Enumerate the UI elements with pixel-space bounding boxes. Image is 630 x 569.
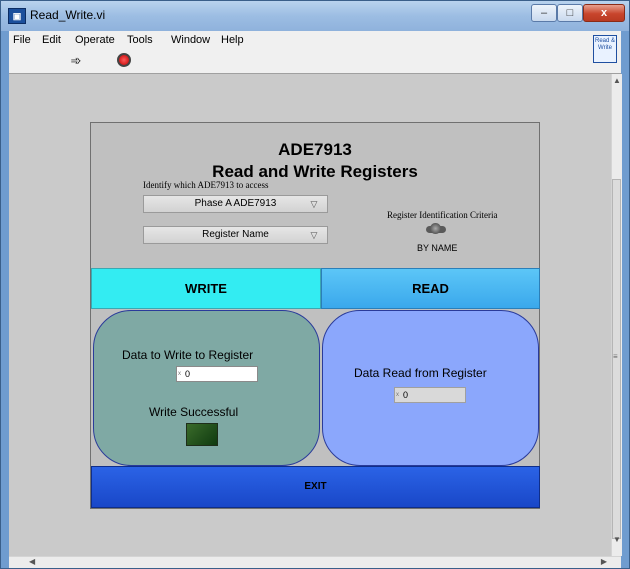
chevron-down-icon[interactable]: ▽ (307, 227, 321, 243)
minimize-button[interactable]: – (531, 4, 557, 22)
menu-window[interactable]: Window (171, 34, 210, 46)
write-data-label: Data to Write to Register (122, 348, 254, 362)
write-data-input[interactable]: x 0 (176, 366, 258, 382)
read-data-label: Data Read from Register (354, 366, 487, 380)
close-button[interactable]: x (583, 4, 625, 22)
read-write-panel: ADE7913 Read and Write Registers Identif… (90, 122, 540, 509)
read-data-indicator: x 0 (394, 387, 466, 403)
vertical-scrollbar[interactable]: ▲ ≡ ▼ (611, 74, 622, 556)
menu-operate[interactable]: Operate (75, 34, 115, 46)
horizontal-scrollbar[interactable]: ◀ ▶ (9, 556, 621, 568)
write-section: Data to Write to Register x 0 Write Succ… (93, 310, 320, 466)
phase-select-value: Phase A ADE7913 (194, 198, 277, 209)
read-button[interactable]: READ (321, 268, 540, 309)
exit-button[interactable]: EXIT (91, 466, 540, 508)
scroll-grip-icon: ≡ (613, 352, 618, 361)
register-select[interactable]: Register Name ▽ (143, 226, 328, 244)
criteria-toggle[interactable] (426, 223, 446, 235)
run-arrow-icon[interactable]: ➾ (66, 52, 86, 70)
application-window: ▣ Read_Write.vi – □ x File Edit Operate … (0, 0, 630, 569)
write-data-value: 0 (185, 369, 191, 379)
write-button[interactable]: WRITE (91, 268, 321, 309)
panel-title: Read and Write Registers (212, 162, 418, 181)
radix-indicator[interactable]: x (396, 388, 399, 402)
scroll-left-icon[interactable]: ◀ (29, 557, 35, 566)
title-bar[interactable]: ▣ Read_Write.vi – □ x (1, 1, 629, 31)
identify-label: Identify which ADE7913 to access (143, 180, 269, 190)
menu-edit[interactable]: Edit (42, 34, 61, 46)
vi-icon: Read & Write (593, 35, 617, 63)
panel-title-device: ADE7913 (278, 140, 352, 159)
scroll-down-icon[interactable]: ▼ (613, 535, 621, 544)
menu-help[interactable]: Help (221, 34, 244, 46)
criteria-label: Register Identification Criteria (387, 210, 498, 220)
toggle-knob[interactable] (430, 223, 441, 234)
write-success-led (186, 423, 218, 446)
maximize-button[interactable]: □ (557, 4, 583, 22)
menu-bar: File Edit Operate Tools Window Help (9, 31, 621, 49)
read-data-value: 0 (403, 390, 409, 400)
abort-icon[interactable] (117, 53, 131, 67)
write-success-label: Write Successful (149, 405, 239, 419)
read-section: Data Read from Register x 0 (322, 310, 539, 466)
scroll-up-icon[interactable]: ▲ (613, 76, 621, 85)
labview-icon: ▣ (8, 8, 26, 24)
window-title: Read_Write.vi (30, 8, 106, 22)
menu-tools[interactable]: Tools (127, 34, 153, 46)
toolbar: ➾ Read & Write (9, 35, 621, 74)
phase-select[interactable]: Phase A ADE7913 ▽ (143, 195, 328, 213)
menu-file[interactable]: File (13, 34, 31, 46)
radix-indicator[interactable]: x (178, 367, 181, 381)
scroll-right-icon[interactable]: ▶ (601, 557, 607, 566)
chevron-down-icon[interactable]: ▽ (307, 196, 321, 212)
register-select-value: Register Name (202, 229, 269, 240)
criteria-value: BY NAME (417, 243, 458, 253)
